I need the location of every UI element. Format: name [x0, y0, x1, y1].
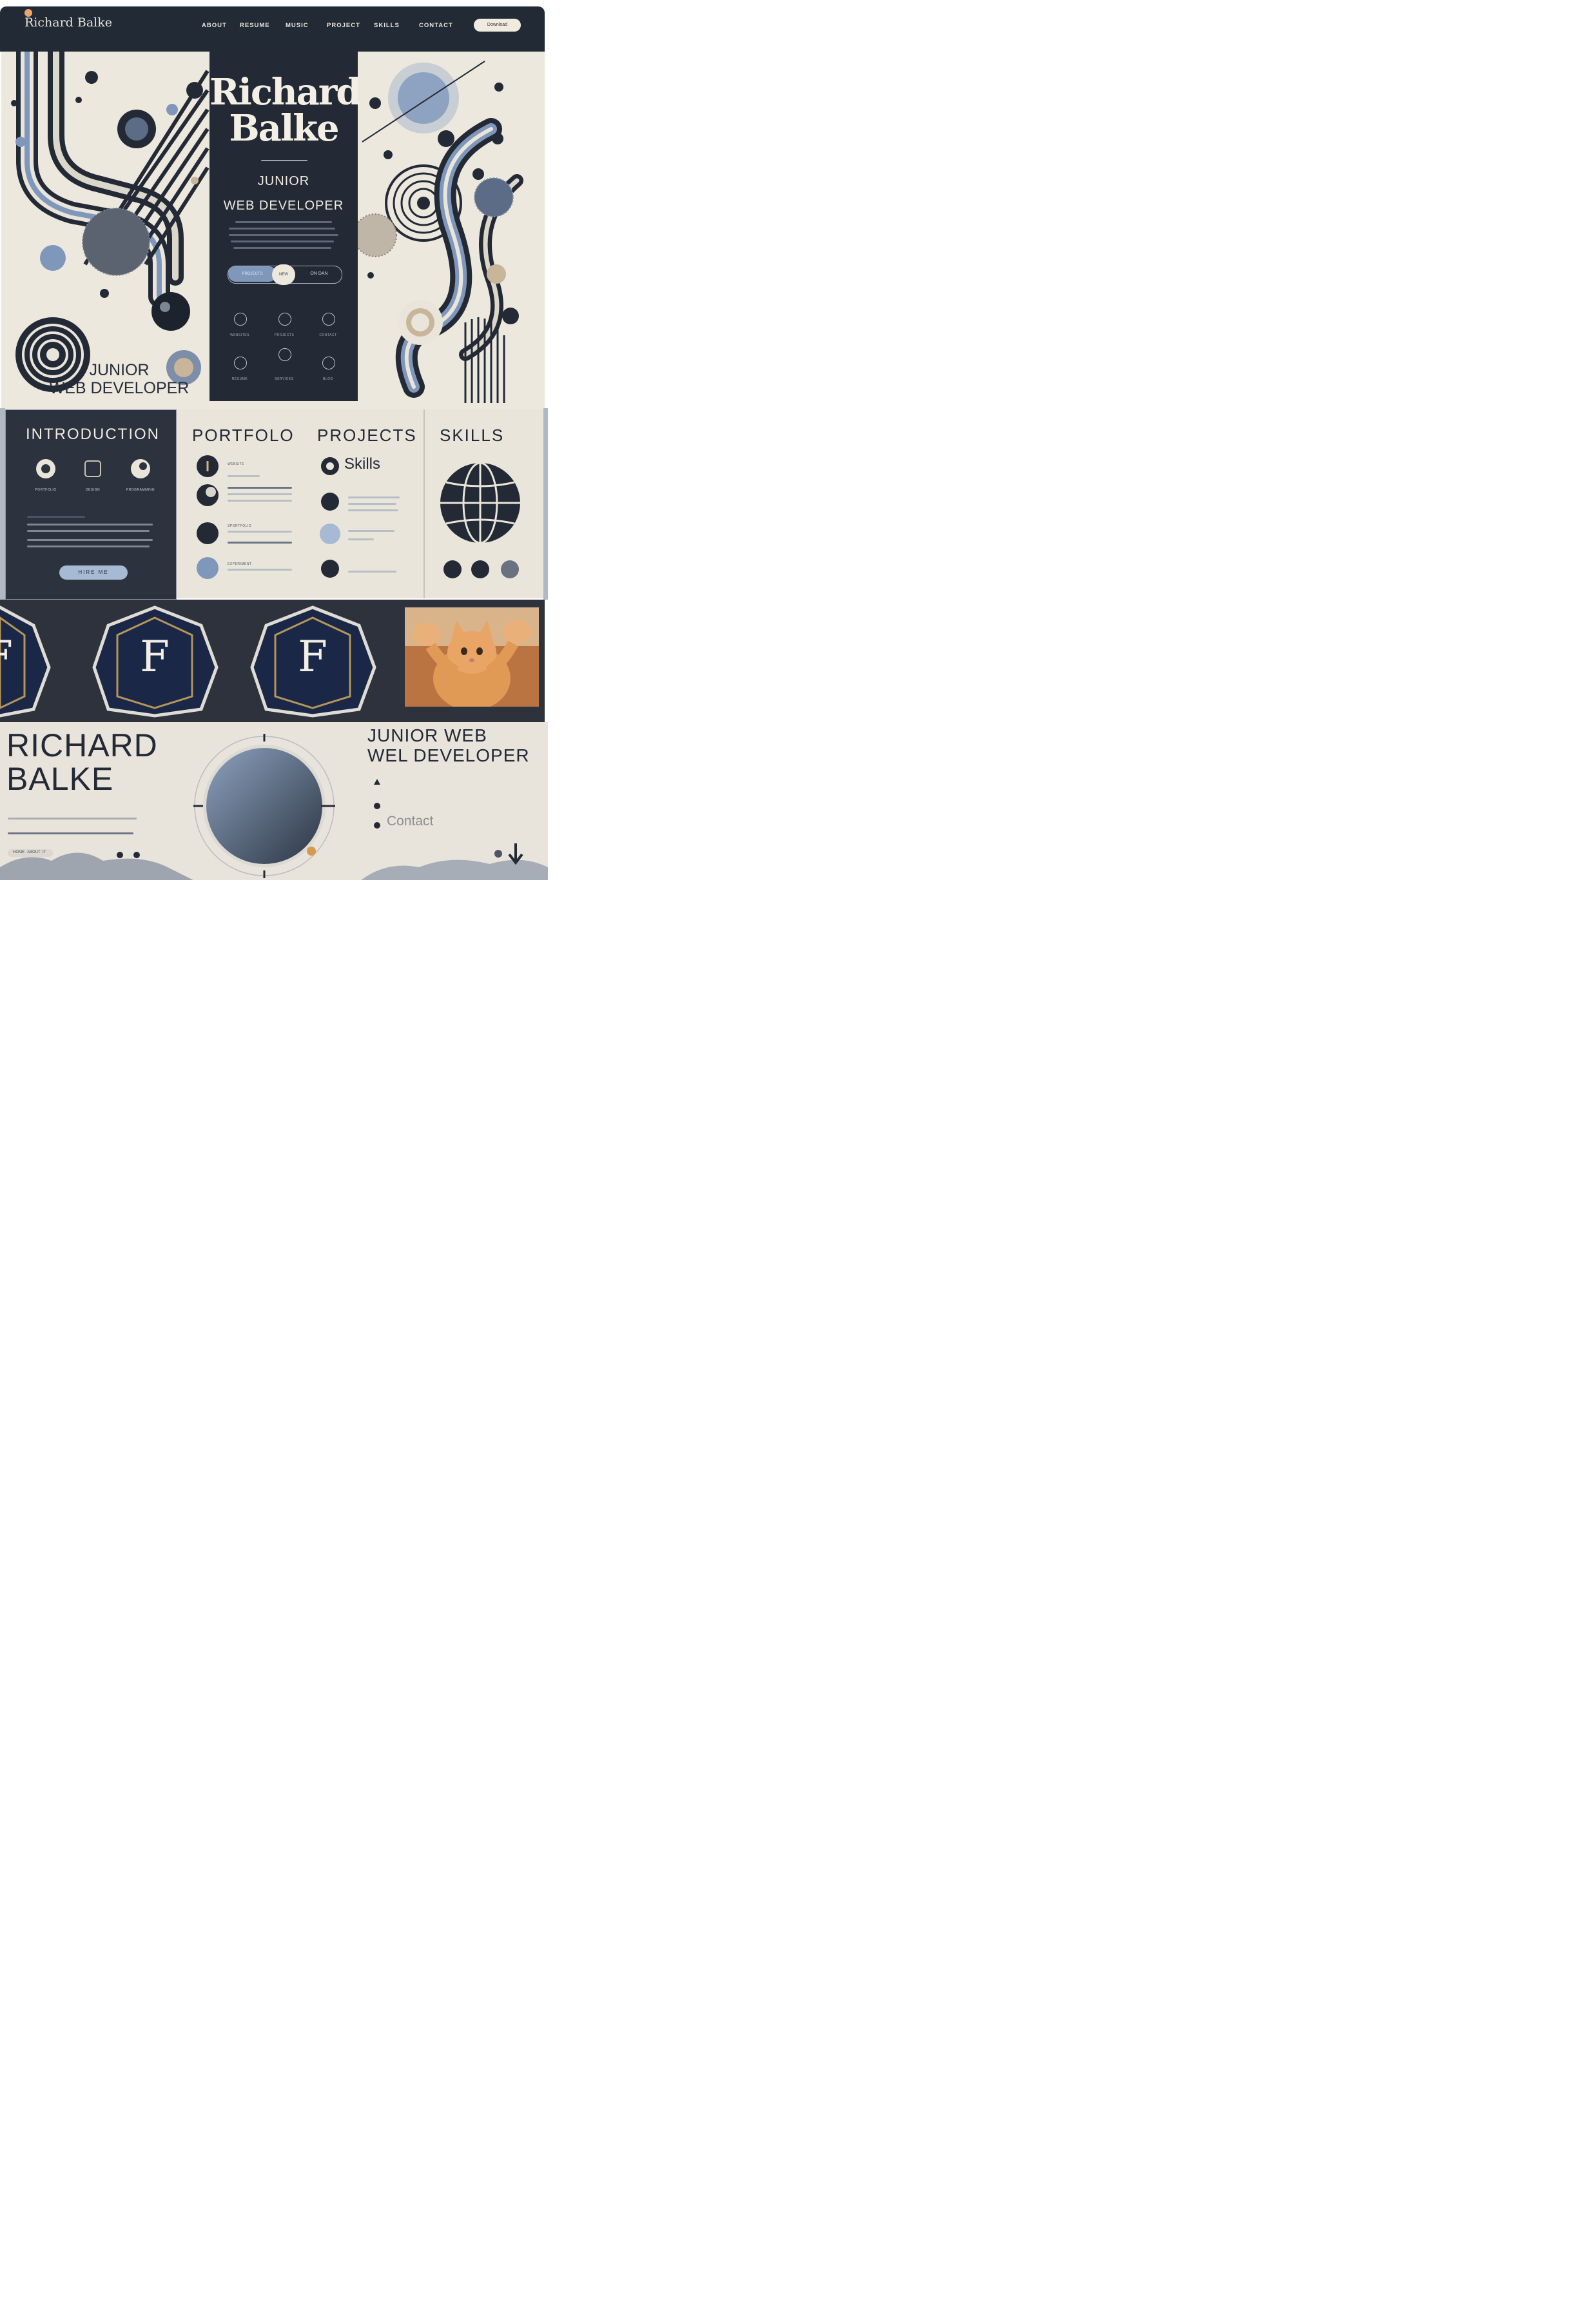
footer-name-line1: RICHARD — [6, 727, 158, 763]
projects-text-line — [348, 530, 394, 532]
icon-label: SERVICES — [275, 377, 294, 381]
resume-icon[interactable] — [234, 357, 247, 369]
hire-me-button[interactable]: HIRE ME — [59, 565, 128, 580]
portfolio-label: WEBSITE — [228, 462, 245, 466]
kitten-image — [405, 607, 539, 707]
portfolio-text-line — [228, 493, 292, 495]
hero-text-line — [229, 234, 338, 236]
site-logo[interactable]: Richard Balke — [24, 15, 112, 30]
projects-text-line — [348, 496, 400, 498]
intro-text-line — [27, 524, 153, 525]
footer-text-line — [8, 818, 137, 820]
hero-text-line — [229, 228, 335, 230]
hero-role-line1: JUNIOR — [257, 174, 310, 188]
portfolio-label: EXPERIMENT — [228, 562, 252, 566]
icon-label: CONTACT — [319, 333, 337, 337]
hero-text-line — [233, 247, 331, 249]
mini-nav-about[interactable]: ABOUT — [27, 850, 41, 854]
portfolio-text-line — [228, 500, 292, 502]
nav-item-skills[interactable]: SKILLS — [374, 22, 400, 29]
new-pill-button[interactable]: NEW — [272, 264, 295, 285]
projects-text-line — [348, 538, 374, 540]
mini-nav-home[interactable]: HOME — [13, 850, 24, 854]
kitten-photo — [405, 607, 539, 707]
footer-role-line2: WEL DEVELOPER — [367, 745, 530, 765]
hero-caption-line2: WEB DEVELOPER — [49, 379, 190, 397]
badge-letter: F — [0, 632, 14, 682]
hero-caption-line1: JUNIOR — [89, 361, 150, 379]
icon-label: WEBSITES — [230, 333, 249, 337]
projects-text-line — [348, 571, 396, 573]
nav-item-about[interactable]: ABOUT — [202, 22, 227, 29]
blog-icon[interactable] — [322, 357, 335, 369]
projects-text-line — [348, 509, 398, 511]
hero-role: JUNIOR WEB DEVELOPER — [209, 169, 358, 218]
portfolio-text-line — [228, 542, 292, 544]
projects-pill-button[interactable]: PROJECTS — [228, 266, 277, 282]
projects-icon[interactable] — [278, 313, 291, 326]
hero-role-line2: WEB DEVELOPER — [223, 199, 344, 213]
hero-title: Richard Balke — [209, 71, 362, 150]
footer-role-line1: JUNIOR WEB — [367, 725, 487, 745]
portfolio-concept-screenshot: Richard Balke ABOUT RESUME MUSIC PROJECT… — [0, 0, 548, 880]
intro-text-line — [27, 545, 150, 547]
projects-text-line — [348, 503, 396, 505]
hero-title-first: Richard — [209, 71, 362, 113]
icon-label: PROJECTS — [274, 333, 295, 337]
nav-item-project[interactable]: PROJECT — [327, 22, 360, 29]
hero-caption: JUNIOR WEB DEVELOPER — [45, 361, 193, 397]
mini-nav-it[interactable]: IT — [43, 850, 46, 854]
nav-item-resume[interactable]: RESUME — [240, 22, 270, 29]
download-button[interactable]: Download — [474, 19, 521, 32]
badges-graphics — [0, 605, 376, 718]
footer-text-line — [8, 832, 133, 834]
intro-icon-label: PROGRAMMING — [126, 488, 155, 492]
nav-item-music[interactable]: MUSIC — [286, 22, 309, 29]
title-divider — [261, 160, 307, 161]
icon-label: BLOG — [323, 377, 333, 381]
badge-letter: F — [140, 632, 170, 682]
websites-icon[interactable] — [234, 313, 247, 326]
portfolio-label: SPORTFOLIO — [228, 524, 252, 528]
intro-icon-label: PORTFOLIO — [35, 488, 57, 492]
intro-icon-label: DESIGN — [85, 488, 101, 492]
secondary-pill-button[interactable]: ON DAN — [303, 266, 335, 282]
badge-letter: F — [298, 632, 327, 682]
intro-text-line — [27, 530, 150, 532]
hero-text-line — [231, 241, 334, 242]
contact-link[interactable]: Contact — [387, 814, 433, 829]
services-icon[interactable] — [278, 348, 291, 361]
contact-icon[interactable] — [322, 313, 335, 326]
footer-name: RICHARD BALKE — [6, 729, 158, 796]
footer-name-line2: BALKE — [6, 761, 114, 797]
portfolio-text-line — [228, 475, 260, 477]
hero-text-line — [235, 221, 332, 223]
portfolio-text-line — [228, 531, 292, 533]
portfolio-text-line — [228, 569, 292, 571]
skills-subheading: Skills — [344, 455, 381, 473]
left-edge — [0, 408, 5, 600]
nav-item-contact[interactable]: CONTACT — [419, 22, 453, 29]
intro-text-line — [27, 516, 85, 518]
icon-label: RESUME — [231, 377, 248, 381]
footer-role: JUNIOR WEB WEL DEVELOPER — [367, 725, 530, 765]
portfolio-text-line — [228, 487, 292, 489]
hero-title-last: Balke — [229, 107, 339, 150]
intro-text-line — [27, 539, 153, 541]
